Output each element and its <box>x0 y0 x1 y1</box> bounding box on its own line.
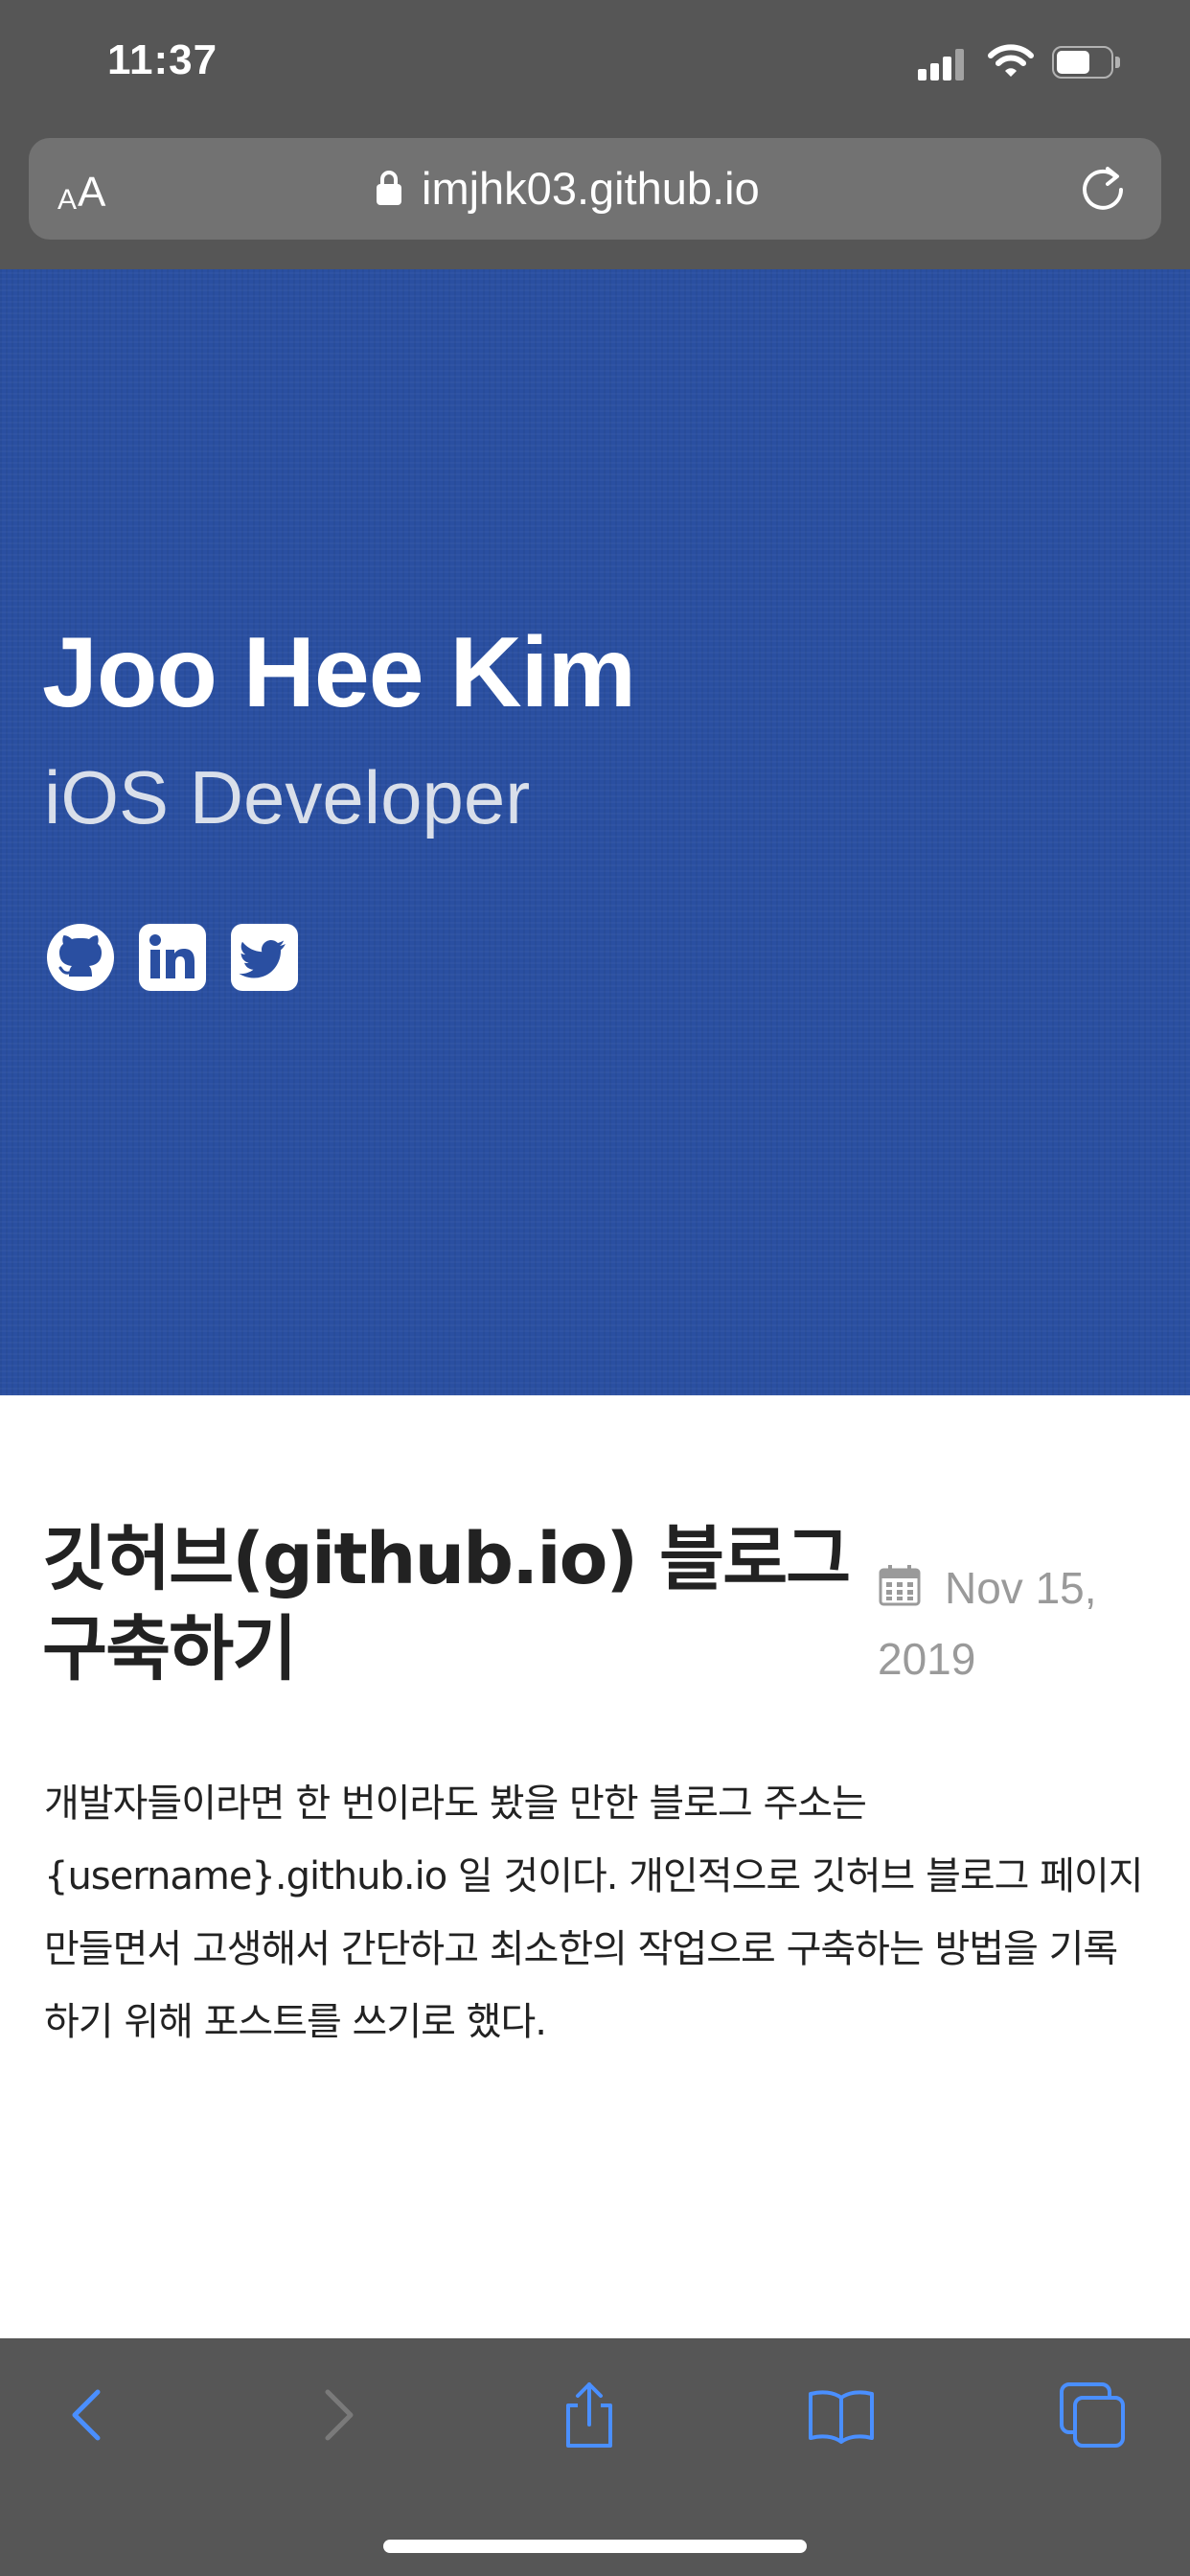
post-excerpt: 개발자들이라면 한 번이라도 봤을 만한 블로그 주소는 {username}.… <box>44 1782 1144 2044</box>
github-icon[interactable] <box>46 923 115 992</box>
forward-icon[interactable] <box>299 2377 376 2453</box>
back-icon[interactable] <box>50 2377 126 2453</box>
status-time: 11:37 <box>107 36 218 83</box>
battery-icon <box>1052 46 1123 80</box>
tabs-icon[interactable] <box>1054 2377 1131 2453</box>
text-size-large-label: A <box>78 169 106 216</box>
browser-top-chrome: 11:37 AA imjhk03.github.io <box>0 0 1190 269</box>
calendar-icon <box>878 1556 922 1606</box>
post-title[interactable]: 깃허브(github.io) 블로그 구축하기 <box>42 1514 885 1694</box>
address-bar[interactable]: AA imjhk03.github.io <box>29 138 1161 240</box>
cellular-signal-icon <box>918 48 966 80</box>
post-date-block: Nov 15, 2019 <box>878 1552 1136 1694</box>
wifi-icon <box>987 42 1035 80</box>
reload-icon[interactable] <box>1079 165 1127 213</box>
profile-role: iOS Developer <box>44 755 531 840</box>
profile-header: Joo Hee Kim iOS Developer <box>0 269 1190 1395</box>
profile-name: Joo Hee Kim <box>42 617 636 728</box>
twitter-icon[interactable] <box>230 923 299 992</box>
lock-icon <box>376 170 402 206</box>
linkedin-icon[interactable] <box>138 923 207 992</box>
share-icon[interactable] <box>551 2377 628 2453</box>
url-text: imjhk03.github.io <box>422 162 760 214</box>
text-size-small-label: A <box>57 184 78 216</box>
bookmarks-icon[interactable] <box>803 2377 880 2453</box>
home-indicator <box>383 2540 807 2553</box>
url-display[interactable]: imjhk03.github.io <box>376 159 760 217</box>
text-size-button[interactable]: AA <box>57 163 105 217</box>
